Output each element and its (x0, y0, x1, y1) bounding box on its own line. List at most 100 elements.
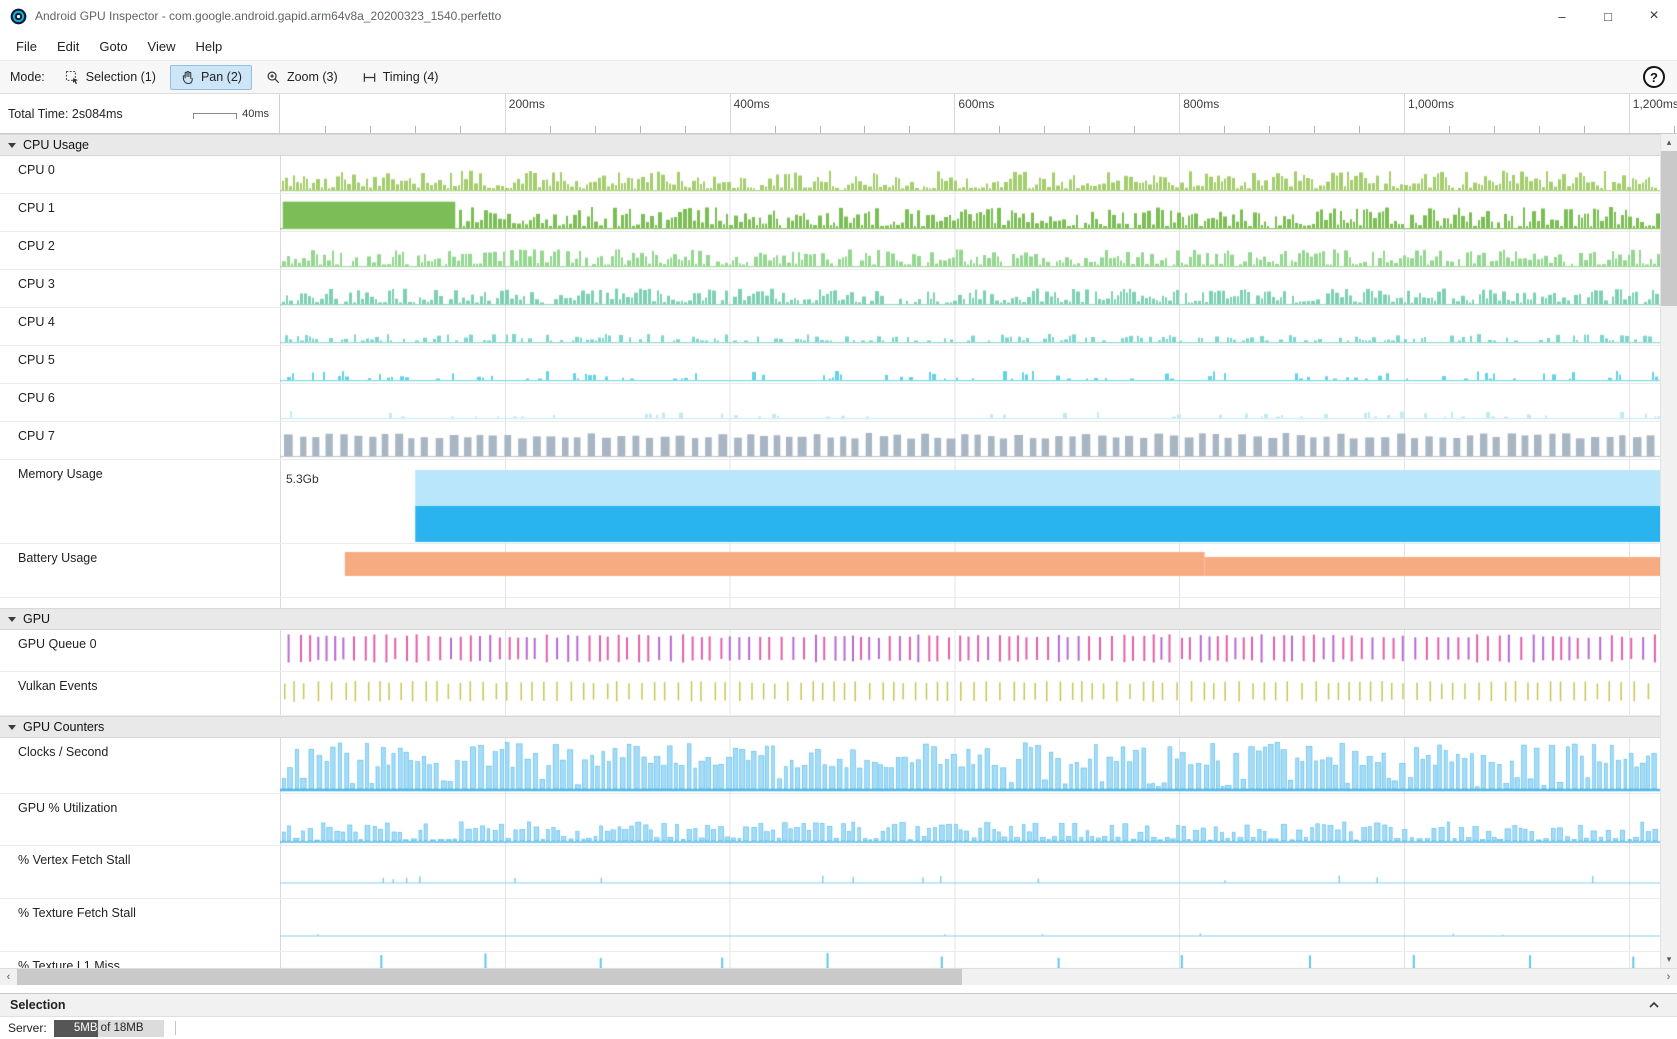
track-chart-cpu-1[interactable] (280, 194, 1660, 231)
section-label: CPU Usage (23, 138, 89, 152)
help-button[interactable]: ? (1643, 66, 1665, 88)
horizontal-scrollbar[interactable]: ‹ › (0, 968, 1677, 985)
menu-item-help[interactable]: Help (186, 35, 233, 58)
selection-panel-header[interactable]: Selection (0, 993, 1677, 1016)
ruler-minor-tick (370, 126, 371, 133)
ruler-minor-tick (1269, 126, 1270, 133)
track-chart-texture-fetch-stall[interactable] (280, 899, 1660, 951)
track-chart-memory-usage[interactable] (280, 460, 1660, 543)
menu-item-goto[interactable]: Goto (89, 35, 137, 58)
track-label: CPU 7 (18, 429, 55, 443)
track-chart-cpu-6[interactable] (280, 384, 1660, 421)
track-row-battery-usage[interactable]: Battery Usage (0, 544, 1660, 598)
section-label: GPU Counters (23, 720, 104, 734)
ruler-major-tick (505, 94, 506, 133)
scroll-left-icon[interactable]: ‹ (0, 969, 17, 985)
track-label: % Vertex Fetch Stall (18, 853, 131, 867)
track-row-clocks-second[interactable]: Clocks / Second (0, 738, 1660, 794)
track-row-cpu-3[interactable]: CPU 3 (0, 270, 1660, 308)
chevron-up-icon[interactable] (1647, 998, 1661, 1012)
track-row-cpu-1[interactable]: CPU 1 (0, 194, 1660, 232)
vertical-scrollbar-thumb[interactable] (1661, 151, 1677, 306)
track-chart-cpu-3[interactable] (280, 270, 1660, 307)
track-row-gpu-utilization[interactable]: GPU % Utilization (0, 794, 1660, 846)
mode-button-pan-2[interactable]: Pan (2) (170, 65, 252, 90)
track-chart-cpu-2[interactable] (280, 232, 1660, 269)
ruler-minor-tick (1584, 126, 1585, 133)
ruler-ticks[interactable]: 200ms400ms600ms800ms1,000ms1,200ms (280, 94, 1677, 133)
track-row-cpu-5[interactable]: CPU 5 (0, 346, 1660, 384)
ruler-minor-tick (909, 126, 910, 133)
status-bar: Server: 5MB of 18MB 5MB of 18MB (0, 1016, 1677, 1039)
track-label: Clocks / Second (18, 745, 108, 759)
track-chart-vertex-fetch-stall[interactable] (280, 846, 1660, 898)
timeline-ruler: Total Time: 2s084ms 40ms 200ms400ms600ms… (0, 94, 1677, 134)
ruler-tick-label: 400ms (734, 97, 770, 111)
track-row-cpu-6[interactable]: CPU 6 (0, 384, 1660, 422)
ruler-minor-tick (864, 126, 865, 133)
scroll-up-icon[interactable]: ▴ (1661, 134, 1677, 151)
toolbar: Mode: Selection (1)Pan (2)Zoom (3)Timing… (0, 60, 1677, 94)
window-title: Android GPU Inspector - com.google.andro… (35, 9, 501, 23)
menu-item-view[interactable]: View (138, 35, 186, 58)
menu-item-edit[interactable]: Edit (47, 35, 89, 58)
ruler-minor-tick (1089, 126, 1090, 133)
mode-button-label: Selection (1) (86, 70, 156, 84)
track-label: Vulkan Events (18, 679, 97, 693)
app-logo-icon (10, 8, 27, 25)
section-header-cpu-usage[interactable]: CPU Usage (0, 134, 1660, 156)
mode-button-timing-4[interactable]: Timing (4) (352, 65, 449, 90)
collapse-triangle-icon (8, 143, 16, 148)
mode-button-selection-1[interactable]: Selection (1) (55, 65, 166, 90)
ruler-minor-tick (999, 126, 1000, 133)
track-row-cpu-2[interactable]: CPU 2 (0, 232, 1660, 270)
track-label: % Texture Fetch Stall (18, 906, 136, 920)
ruler-minor-tick (1224, 126, 1225, 133)
track-chart-clocks-second[interactable] (280, 738, 1660, 793)
vertical-scrollbar[interactable]: ▴ ▾ (1660, 134, 1677, 968)
track-row-gpu-queue-0[interactable]: GPU Queue 0 (0, 630, 1660, 672)
track-chart-battery-usage[interactable] (280, 544, 1660, 597)
pan-icon (180, 70, 195, 85)
section-label: GPU (23, 612, 50, 626)
menu-bar: FileEditGotoViewHelp (0, 32, 1677, 60)
track-chart-cpu-7[interactable] (280, 422, 1660, 459)
track-row-vulkan-events[interactable]: Vulkan Events (0, 672, 1660, 716)
track-row-texture-fetch-stall[interactable]: % Texture Fetch Stall (0, 899, 1660, 952)
track-row-memory-usage[interactable]: Memory Usage5.3Gb (0, 460, 1660, 544)
track-chart-cpu-4[interactable] (280, 308, 1660, 345)
track-chart-gpu-queue-0[interactable] (280, 630, 1660, 671)
section-header-gpu[interactable]: GPU (0, 608, 1660, 630)
scroll-down-icon[interactable]: ▾ (1661, 951, 1677, 968)
menu-item-file[interactable]: File (6, 35, 47, 58)
ruler-minor-tick (1674, 126, 1675, 133)
ruler-major-tick (954, 94, 955, 133)
ruler-minor-tick (1044, 126, 1045, 133)
status-separator (175, 1021, 176, 1035)
track-row-cpu-7[interactable]: CPU 7 (0, 422, 1660, 460)
ruler-minor-tick (820, 126, 821, 133)
close-button[interactable]: × (1631, 0, 1677, 32)
track-chart-cpu-5[interactable] (280, 346, 1660, 383)
section-header-gpu-counters[interactable]: GPU Counters (0, 716, 1660, 738)
ruler-minor-tick (640, 126, 641, 133)
track-row-cpu-4[interactable]: CPU 4 (0, 308, 1660, 346)
track-label: CPU 0 (18, 163, 55, 177)
title-bar: Android GPU Inspector - com.google.andro… (0, 0, 1677, 32)
track-row-cpu-0[interactable]: CPU 0 (0, 156, 1660, 194)
horizontal-scrollbar-thumb[interactable] (17, 969, 962, 985)
scroll-right-icon[interactable]: › (1660, 969, 1677, 985)
server-memory-progress: 5MB of 18MB (54, 1020, 98, 1037)
track-chart-texture-l1-miss[interactable] (280, 952, 1660, 968)
maximize-button[interactable]: □ (1585, 0, 1631, 32)
ruler-minor-tick (595, 126, 596, 133)
mode-button-zoom-3[interactable]: Zoom (3) (256, 65, 348, 90)
scale-label: 40ms (242, 108, 269, 120)
minimize-button[interactable]: – (1539, 0, 1585, 32)
track-chart-vulkan-events[interactable] (280, 672, 1660, 715)
track-chart-cpu-0[interactable] (280, 156, 1660, 193)
track-chart-gpu-utilization[interactable] (280, 794, 1660, 845)
track-row-texture-l1-miss[interactable]: % Texture L1 Miss (0, 952, 1660, 968)
track-row-vertex-fetch-stall[interactable]: % Vertex Fetch Stall (0, 846, 1660, 899)
ruler-tick-label: 1,200ms (1633, 97, 1677, 111)
